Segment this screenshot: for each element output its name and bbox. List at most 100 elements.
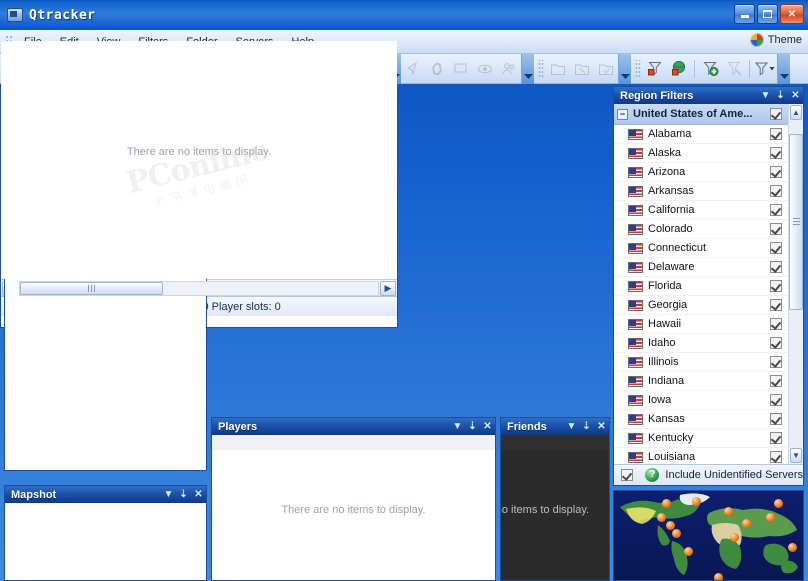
world-map[interactable] [613, 490, 804, 581]
region-item-row[interactable]: Alaska [614, 144, 788, 163]
friends-body[interactable]: There are no items to display. [501, 435, 609, 580]
panel-pin-button[interactable]: ⇣ [465, 419, 480, 434]
scroll-thumb[interactable] [789, 134, 803, 311]
panel-close-button[interactable]: ✕ [480, 419, 495, 434]
region-item-label: Kansas [648, 413, 685, 425]
region-item-row[interactable]: Kansas [614, 410, 788, 429]
panel-pin-button[interactable]: ⇣ [176, 487, 191, 502]
region-expander-icon[interactable]: − [617, 108, 628, 120]
region-item-row[interactable]: Indiana [614, 372, 788, 391]
toolbar-connect-group [401, 53, 534, 84]
region-item-checkbox[interactable] [770, 223, 782, 235]
include-unidentified-checkbox[interactable] [621, 469, 634, 481]
region-vertical-scrollbar[interactable]: ▲ ▼ [788, 104, 803, 464]
region-item-checkbox[interactable] [770, 413, 782, 425]
panel-close-button[interactable]: ✕ [594, 419, 609, 434]
us-flag-icon [628, 185, 643, 197]
scroll-right-arrow-icon[interactable]: ▶ [380, 280, 396, 296]
region-item-checkbox[interactable] [770, 451, 782, 463]
panel-pin-button[interactable]: ⇣ [773, 88, 788, 103]
include-unidentified-label: Include Unidentified Servers [665, 469, 803, 481]
region-item-row[interactable]: Arizona [614, 163, 788, 182]
toolbar-grip[interactable] [634, 59, 641, 78]
region-item-row[interactable]: Delaware [614, 258, 788, 277]
server-list-horizontal-scrollbar[interactable]: ◀ ▶ [1, 279, 397, 296]
region-item-row[interactable]: Illinois [614, 353, 788, 372]
region-item-checkbox[interactable] [770, 128, 782, 140]
close-button[interactable]: ✕ [780, 4, 804, 24]
server-list-grid[interactable]: There are no items to display. PConline … [1, 41, 397, 279]
region-item-row[interactable]: Colorado [614, 220, 788, 239]
region-filters-panel: Region Filters ▼ ⇣ ✕ − United States of A… [613, 86, 804, 486]
toolbar-overflow-6[interactable] [777, 53, 790, 84]
panel-header: Players ▼ ⇣ ✕ [212, 418, 495, 435]
filter-globe-icon[interactable] [667, 57, 691, 81]
panel-close-button[interactable]: ✕ [788, 88, 803, 103]
region-item-checkbox[interactable] [770, 337, 782, 349]
scroll-grip [792, 218, 800, 227]
region-item-label: Florida [648, 280, 682, 292]
region-item-row[interactable]: Florida [614, 277, 788, 296]
region-item-checkbox[interactable] [770, 394, 782, 406]
players-empty-message: There are no items to display. [281, 504, 426, 516]
window-controls: ✕ [734, 4, 804, 24]
toolbar-overflow-4[interactable] [521, 53, 534, 84]
players-body[interactable]: There are no items to display. [212, 435, 495, 580]
region-item-row[interactable]: Connecticut [614, 239, 788, 258]
region-item-checkbox[interactable] [770, 147, 782, 159]
maximize-button[interactable] [757, 4, 778, 24]
region-item-row[interactable]: Arkansas [614, 182, 788, 201]
toolbar-overflow-5[interactable] [618, 53, 631, 84]
region-item-checkbox[interactable] [770, 242, 782, 254]
region-item-checkbox[interactable] [770, 432, 782, 444]
region-item-row[interactable]: Kentucky [614, 429, 788, 448]
us-flag-icon [628, 223, 643, 235]
region-item-row[interactable]: California [614, 201, 788, 220]
scroll-up-arrow-icon[interactable]: ▲ [790, 105, 802, 120]
region-item-label: Alabama [648, 128, 692, 140]
panel-menu-button[interactable]: ▼ [758, 88, 773, 103]
region-root-row[interactable]: − United States of Ame... [614, 104, 788, 125]
map-marker [742, 519, 751, 528]
region-item-checkbox[interactable] [770, 204, 782, 216]
panel-menu-button[interactable]: ▼ [564, 419, 579, 434]
scroll-down-arrow-icon[interactable]: ▼ [790, 448, 802, 463]
region-item-checkbox[interactable] [770, 356, 782, 368]
region-item-row[interactable]: Alabama [614, 125, 788, 144]
region-item-checkbox[interactable] [770, 280, 782, 292]
link-icon [425, 57, 449, 81]
us-flag-icon [628, 375, 643, 387]
region-item-checkbox[interactable] [770, 299, 782, 311]
region-item-label: Connecticut [648, 242, 707, 254]
panel-close-button[interactable]: ✕ [191, 487, 206, 502]
theme-menu[interactable]: Theme [749, 33, 802, 47]
region-item-checkbox[interactable] [770, 261, 782, 273]
region-body: − United States of Ame... Alabama Alaska Ari… [614, 104, 803, 485]
people-icon [497, 57, 521, 81]
region-item-row[interactable]: Louisiana [614, 448, 788, 464]
scroll-track[interactable] [789, 121, 803, 447]
filter-red-icon[interactable] [643, 57, 667, 81]
region-item-row[interactable]: Georgia [614, 296, 788, 315]
region-item-checkbox[interactable] [770, 185, 782, 197]
region-item-checkbox[interactable] [770, 166, 782, 178]
region-item-row[interactable]: Hawaii [614, 315, 788, 334]
filter-add-icon[interactable] [698, 57, 722, 81]
panel-menu-button[interactable]: ▼ [450, 419, 465, 434]
filter-remove-icon [722, 57, 746, 81]
toolbar-grip[interactable] [537, 59, 544, 78]
filter-dropdown-icon[interactable] [753, 57, 777, 81]
region-item-row[interactable]: Iowa [614, 391, 788, 410]
map-marker [684, 547, 693, 556]
include-unidentified-servers-row[interactable]: ? Include Unidentified Servers [614, 464, 803, 485]
scroll-track[interactable] [19, 280, 379, 296]
minimize-button[interactable] [734, 4, 755, 24]
panel-pin-button[interactable]: ⇣ [579, 419, 594, 434]
region-item-row[interactable]: Idaho [614, 334, 788, 353]
region-item-checkbox[interactable] [770, 318, 782, 330]
players-panel-title: Players [218, 420, 258, 433]
region-root-checkbox[interactable] [770, 108, 782, 120]
scroll-thumb[interactable] [20, 281, 164, 295]
panel-menu-button[interactable]: ▼ [161, 487, 176, 502]
region-item-checkbox[interactable] [770, 375, 782, 387]
